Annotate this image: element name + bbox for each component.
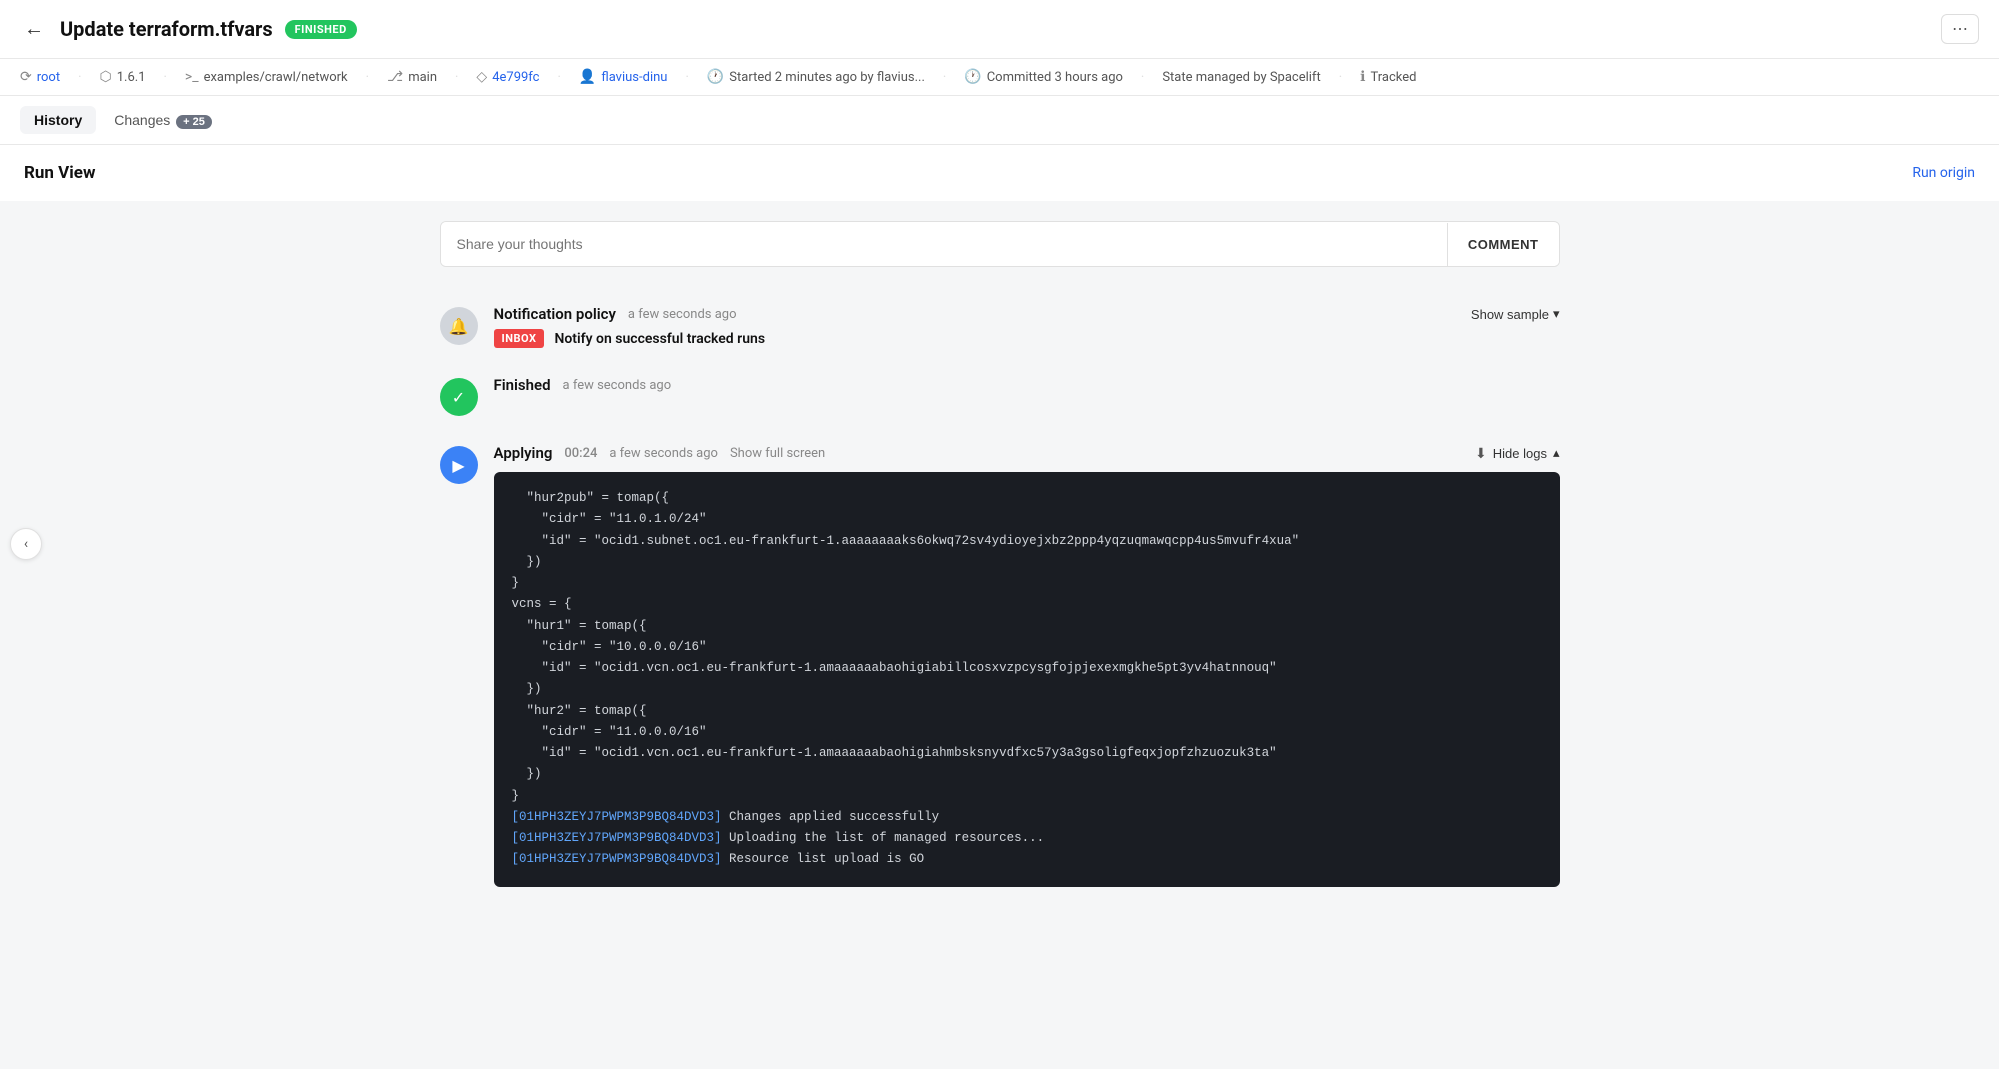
back-button[interactable]: ← [20,18,48,41]
log-line: "hur1" = tomap({ [512,616,1542,637]
branch-icon: ⎇ [387,69,403,85]
log-block: "hur2pub" = tomap({ "cidr" = "11.0.1.0/2… [494,472,1560,887]
terminal-icon: >_ [185,69,199,85]
log-line: } [512,786,1542,807]
meta-version-text: 1.6.1 [117,70,146,85]
applying-time: a few seconds ago [609,446,718,461]
clock-icon: 🕐 [707,69,724,85]
download-icon: ⬇ [1475,445,1487,462]
info-icon: ℹ [1360,69,1365,85]
notification-time: a few seconds ago [628,307,737,322]
meta-user: 👤 flavius-dinu [579,69,668,85]
finished-time: a few seconds ago [563,378,672,393]
chevron-up-icon: ▴ [1553,445,1560,461]
main-content: COMMENT 🔔 Notification policy a few seco… [0,201,1999,1069]
applying-content: Applying 00:24 a few seconds ago Show fu… [494,444,1560,887]
user-link[interactable]: flavius-dinu [601,70,667,85]
log-line: }) [512,552,1542,573]
show-fullscreen-link[interactable]: Show full screen [730,446,825,461]
timeline-item-notification: 🔔 Notification policy a few seconds ago … [440,291,1560,362]
finished-icon: ✓ [440,378,478,416]
run-view-header: Run View Run origin [0,145,1999,201]
timeline-item-finished: ✓ Finished a few seconds ago [440,362,1560,430]
meta-started: 🕐 Started 2 minutes ago by flavius... [707,69,925,85]
meta-state: State managed by Spacelift [1162,70,1320,85]
notification-row: INBOX Notify on successful tracked runs [494,329,1560,348]
meta-commit: ◇ 4e799fc [476,69,539,85]
log-line: "id" = "ocid1.vcn.oc1.eu-frankfurt-1.ama… [512,658,1542,679]
status-badge: FINISHED [285,20,357,39]
tabs-bar: History Changes + 25 [0,96,1999,145]
meta-bar: ⟳ root · ⬡ 1.6.1 · >_ examples/crawl/net… [0,59,1999,96]
timeline: 🔔 Notification policy a few seconds ago … [400,291,1600,901]
finished-content: Finished a few seconds ago [494,376,1560,398]
log-line-id: [01HPH3ZEYJ7PWPM3P9BQ84DVD3] Uploading t… [512,828,1542,849]
root-link[interactable]: root [37,70,60,85]
log-line: "id" = "ocid1.subnet.oc1.eu-frankfurt-1.… [512,531,1542,552]
notification-content: Notification policy a few seconds ago Sh… [494,305,1560,348]
commit-icon: ◇ [476,69,487,85]
log-line: }) [512,764,1542,785]
meta-path-text: examples/crawl/network [204,70,348,85]
run-view-title: Run View [24,163,95,183]
tab-history[interactable]: History [20,106,96,134]
finished-title: Finished [494,376,551,394]
changes-badge: + 25 [176,115,212,129]
timeline-item-applying: ▶ Applying 00:24 a few seconds ago Show … [440,430,1560,901]
top-bar: ← Update terraform.tfvars FINISHED ⋯ [0,0,1999,59]
notification-text: Notify on successful tracked runs [554,331,765,347]
log-line: } [512,573,1542,594]
log-line: }) [512,679,1542,700]
log-line: "hur2" = tomap({ [512,701,1542,722]
log-line: "hur2pub" = tomap({ [512,488,1542,509]
comment-box: COMMENT [440,221,1560,267]
inbox-badge: INBOX [494,329,545,348]
more-button[interactable]: ⋯ [1941,14,1979,44]
clock2-icon: 🕐 [964,69,981,85]
collapse-nav-button[interactable]: ‹ [10,528,42,560]
meta-root: ⟳ root [20,69,60,85]
commit-link[interactable]: 4e799fc [492,70,539,85]
user-icon: 👤 [579,69,596,85]
applying-header: Applying 00:24 a few seconds ago Show fu… [494,444,1560,462]
notification-icon: 🔔 [440,307,478,345]
show-sample-button[interactable]: Show sample ▾ [1471,306,1560,322]
meta-started-text: Started 2 minutes ago by flavius... [729,70,925,85]
meta-committed-text: Committed 3 hours ago [987,70,1123,85]
notification-header: Notification policy a few seconds ago Sh… [494,305,1560,323]
notification-title: Notification policy [494,305,616,323]
version-icon: ⬡ [100,69,112,85]
meta-committed: 🕐 Committed 3 hours ago [964,69,1123,85]
meta-path: >_ examples/crawl/network [185,69,348,85]
meta-version: ⬡ 1.6.1 [100,69,146,85]
log-line: vcns = { [512,594,1542,615]
chevron-down-icon: ▾ [1553,306,1560,322]
meta-branch: ⎇ main [387,69,437,85]
root-icon: ⟳ [20,69,32,85]
meta-tracked: ℹ Tracked [1360,69,1416,85]
hide-logs-button[interactable]: ⬇ Hide logs ▴ [1475,445,1559,462]
comment-box-wrap: COMMENT [400,221,1600,267]
comment-button[interactable]: COMMENT [1447,223,1559,266]
meta-state-text: State managed by Spacelift [1162,70,1320,85]
log-line: "cidr" = "10.0.0.0/16" [512,637,1542,658]
log-line: "id" = "ocid1.vcn.oc1.eu-frankfurt-1.ama… [512,743,1542,764]
log-line: "cidr" = "11.0.0.0/16" [512,722,1542,743]
applying-title: Applying [494,444,553,462]
log-line-id: [01HPH3ZEYJ7PWPM3P9BQ84DVD3] Changes app… [512,807,1542,828]
applying-duration: 00:24 [564,446,597,461]
log-line-id: [01HPH3ZEYJ7PWPM3P9BQ84DVD3] Resource li… [512,849,1542,870]
comment-input[interactable] [441,222,1447,266]
meta-branch-text: main [408,70,437,85]
finished-header: Finished a few seconds ago [494,376,1560,394]
meta-tracked-text: Tracked [1370,70,1416,85]
tab-changes[interactable]: Changes + 25 [100,106,226,134]
page-title: Update terraform.tfvars [60,17,273,41]
run-origin-link[interactable]: Run origin [1912,165,1975,181]
applying-icon: ▶ [440,446,478,484]
log-line: "cidr" = "11.0.1.0/24" [512,509,1542,530]
